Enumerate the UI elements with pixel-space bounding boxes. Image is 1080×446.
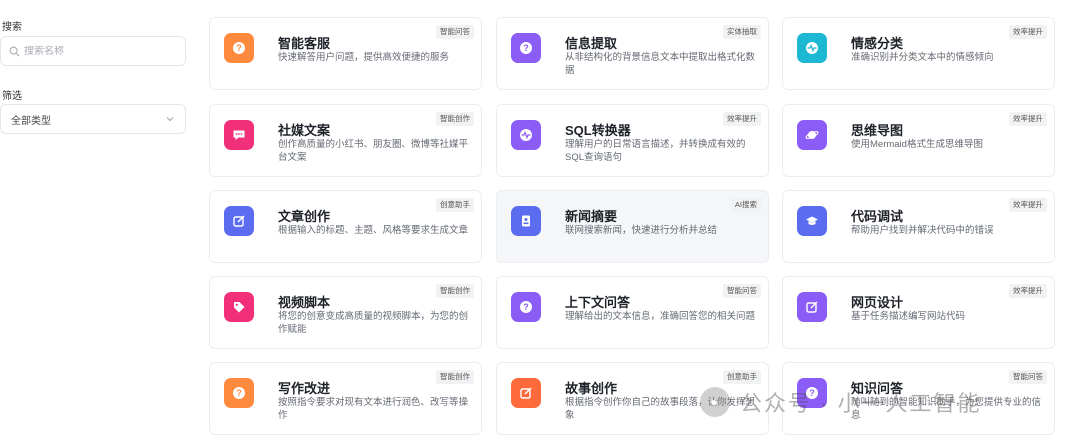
app-card[interactable]: 新闻摘要 联网搜索新闻，快速进行分析并总结 AI搜索 bbox=[496, 190, 769, 263]
category-tag: 实体抽取 bbox=[723, 25, 761, 39]
app-icon bbox=[224, 292, 254, 322]
app-title: 新闻摘要 bbox=[565, 209, 618, 224]
app-title: 信息提取 bbox=[565, 36, 618, 51]
app-card[interactable]: ? 信息提取 从非结构化的背景信息文本中提取出格式化数据 实体抽取 bbox=[496, 17, 769, 90]
app-card[interactable]: ? 上下文问答 理解给出的文本信息，准确回答您的相关问题 智能问答 bbox=[496, 276, 769, 349]
edit-icon bbox=[520, 387, 532, 399]
app-icon: ? bbox=[511, 292, 541, 322]
wechat-logo-icon: ● bbox=[700, 387, 730, 417]
category-tag: 智能问答 bbox=[436, 25, 474, 39]
id-card-icon bbox=[522, 215, 530, 227]
chevron-down-icon bbox=[166, 117, 174, 122]
search-label: 搜索 bbox=[2, 22, 22, 33]
app-description: 按照指令要求对现有文本进行润色、改写等操作 bbox=[278, 397, 469, 421]
app-title: 故事创作 bbox=[565, 381, 618, 396]
watermark: ● 公众号 · 小一人工智能 bbox=[700, 386, 982, 418]
category-tag: 效率提升 bbox=[1009, 284, 1047, 298]
app-card[interactable]: 网页设计 基于任务描述编写网站代码 效率提升 bbox=[782, 276, 1055, 349]
app-icon bbox=[511, 120, 541, 150]
app-icon bbox=[224, 206, 254, 236]
app-title: 社媒文案 bbox=[278, 123, 331, 138]
category-tag: 智能创作 bbox=[436, 112, 474, 126]
app-description: 从非结构化的背景信息文本中提取出格式化数据 bbox=[565, 52, 756, 76]
app-title: 情感分类 bbox=[851, 36, 904, 51]
app-card[interactable]: SQL转换器 理解用户的日常语言描述，并转换成有效的SQL查询语句 效率提升 bbox=[496, 104, 769, 177]
app-card[interactable]: 思维导图 使用Mermaid格式生成思维导图 效率提升 bbox=[782, 104, 1055, 177]
edit-icon bbox=[806, 301, 818, 313]
graduation-cap-icon bbox=[806, 216, 818, 225]
chat-icon bbox=[233, 130, 245, 140]
app-title: SQL转换器 bbox=[565, 123, 631, 138]
pulse-icon bbox=[520, 129, 532, 141]
search-icon bbox=[9, 46, 20, 56]
svg-text:?: ? bbox=[523, 43, 529, 53]
app-title: 上下文问答 bbox=[565, 295, 631, 310]
app-title: 写作改进 bbox=[278, 381, 331, 396]
pulse-icon bbox=[806, 42, 818, 54]
app-card[interactable]: ? 智能客服 快速解答用户问题，提供高效便捷的服务 智能问答 bbox=[209, 17, 482, 90]
app-icon: ? bbox=[224, 33, 254, 63]
app-description: 将您的创意变成高质量的视频脚本，为您的创作赋能 bbox=[278, 311, 469, 335]
watermark-text: 公众号 · 小一人工智能 bbox=[740, 391, 982, 416]
app-description: 使用Mermaid格式生成思维导图 bbox=[851, 139, 983, 150]
edit-icon bbox=[233, 215, 245, 227]
app-title: 代码调试 bbox=[851, 209, 904, 224]
type-filter-value: 全部类型 bbox=[11, 115, 51, 127]
app-description: 准确识别并分类文本中的情感倾向 bbox=[851, 52, 994, 63]
category-tag: 智能问答 bbox=[723, 284, 761, 298]
planet-icon bbox=[805, 131, 819, 139]
tag-icon bbox=[234, 302, 245, 313]
app-card[interactable]: ? 写作改进 按照指令要求对现有文本进行润色、改写等操作 智能创作 bbox=[209, 362, 482, 435]
search-box[interactable] bbox=[0, 36, 186, 66]
app-icon bbox=[797, 206, 827, 236]
app-title: 思维导图 bbox=[851, 123, 904, 138]
app-icon bbox=[797, 292, 827, 322]
question-icon: ? bbox=[233, 387, 245, 399]
question-icon: ? bbox=[233, 42, 245, 54]
app-description: 快速解答用户问题，提供高效便捷的服务 bbox=[278, 52, 450, 63]
app-description: 联网搜索新闻，快速进行分析并总结 bbox=[565, 225, 718, 236]
sidebar: 搜索 筛选 全部类型 bbox=[0, 0, 188, 446]
app-icon bbox=[224, 120, 254, 150]
app-card[interactable]: 代码调试 帮助用户找到并解决代码中的错误 效率提升 bbox=[782, 190, 1055, 263]
app-title: 视频脚本 bbox=[278, 295, 331, 310]
app-title: 智能客服 bbox=[278, 36, 331, 51]
svg-text:?: ? bbox=[523, 302, 529, 312]
svg-text:?: ? bbox=[236, 388, 242, 398]
category-tag: AI搜索 bbox=[730, 198, 761, 212]
app-icon: ? bbox=[511, 33, 541, 63]
search-input[interactable] bbox=[24, 45, 164, 57]
category-tag: 效率提升 bbox=[723, 112, 761, 126]
app-description: 根据输入的标题、主题、风格等要求生成文章 bbox=[278, 225, 469, 236]
filter-label: 筛选 bbox=[2, 91, 22, 102]
category-tag: 创意助手 bbox=[436, 198, 474, 212]
app-icon bbox=[797, 120, 827, 150]
category-tag: 效率提升 bbox=[1009, 112, 1047, 126]
app-description: 基于任务描述编写网站代码 bbox=[851, 311, 966, 322]
type-filter-select[interactable]: 全部类型 bbox=[0, 104, 186, 134]
app-description: 理解用户的日常语言描述，并转换成有效的SQL查询语句 bbox=[565, 139, 746, 163]
app-icon: ? bbox=[224, 378, 254, 408]
category-tag: 效率提升 bbox=[1009, 198, 1047, 212]
app-description: 理解给出的文本信息，准确回答您的相关问题 bbox=[565, 311, 756, 322]
app-card[interactable]: 文章创作 根据输入的标题、主题、风格等要求生成文章 创意助手 bbox=[209, 190, 482, 263]
category-tag: 创意助手 bbox=[723, 370, 761, 384]
svg-text:?: ? bbox=[236, 43, 242, 53]
app-title: 网页设计 bbox=[851, 295, 904, 310]
category-tag: 智能问答 bbox=[1009, 370, 1047, 384]
app-description: 创作高质量的小红书、朋友圈、微博等社媒平台文案 bbox=[278, 139, 469, 163]
app-icon bbox=[511, 378, 541, 408]
app-card[interactable]: 社媒文案 创作高质量的小红书、朋友圈、微博等社媒平台文案 智能创作 bbox=[209, 104, 482, 177]
category-tag: 智能创作 bbox=[436, 284, 474, 298]
question-icon: ? bbox=[520, 301, 532, 313]
app-card[interactable]: 视频脚本 将您的创意变成高质量的视频脚本，为您的创作赋能 智能创作 bbox=[209, 276, 482, 349]
app-description: 帮助用户找到并解决代码中的错误 bbox=[851, 225, 994, 236]
app-icon bbox=[797, 33, 827, 63]
app-icon bbox=[511, 206, 541, 236]
app-card[interactable]: 情感分类 准确识别并分类文本中的情感倾向 效率提升 bbox=[782, 17, 1055, 90]
app-title: 文章创作 bbox=[278, 209, 331, 224]
question-icon: ? bbox=[520, 42, 532, 54]
category-tag: 智能创作 bbox=[436, 370, 474, 384]
category-tag: 效率提升 bbox=[1009, 25, 1047, 39]
